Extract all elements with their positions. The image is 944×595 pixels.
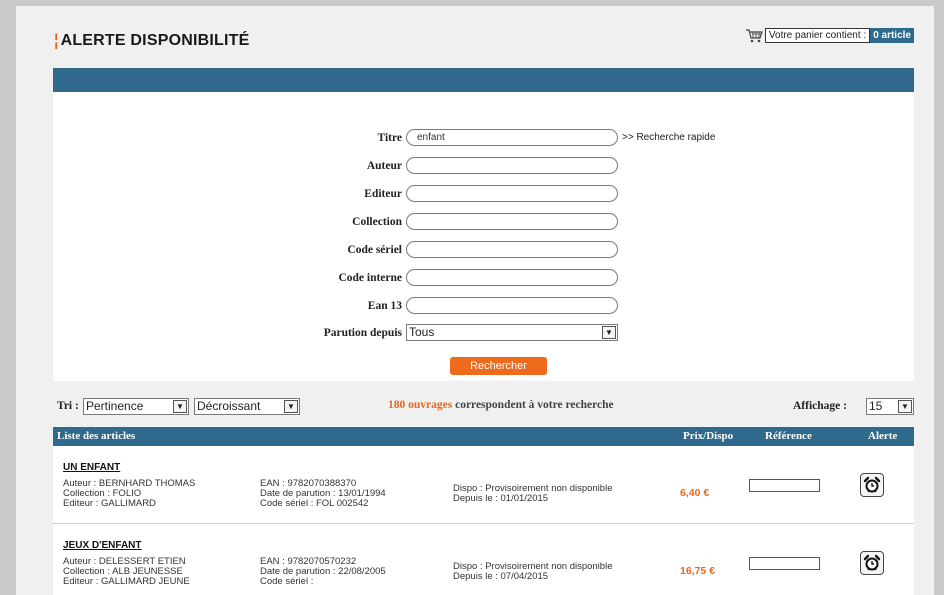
alarm-clock-icon xyxy=(863,554,881,571)
results-text: correspondent à votre recherche xyxy=(452,399,614,411)
collection-input[interactable] xyxy=(406,213,618,230)
internal-code-input[interactable] xyxy=(406,269,618,286)
article-title-link[interactable]: UN ENFANT xyxy=(63,462,120,473)
article-editor: Editeur : GALLIMARD xyxy=(63,498,156,509)
reference-input[interactable] xyxy=(749,557,820,570)
page: ¦ ALERTE DISPONIBILITÉ Votre panier cont… xyxy=(16,6,934,595)
table-row: UN ENFANT Auteur : BERNHARD THOMAS Colle… xyxy=(53,446,914,524)
ean-input[interactable] xyxy=(406,297,618,314)
article-title-link[interactable]: JEUX D'ENFANT xyxy=(63,540,142,551)
field-row-titre: Titre enfant >> Recherche rapide xyxy=(286,129,715,146)
ean-label: Ean 13 xyxy=(367,299,402,312)
header-band xyxy=(53,68,914,92)
table-header: Liste des articles Prix/Dispo Référence … xyxy=(53,427,914,446)
quick-search-link[interactable]: >> Recherche rapide xyxy=(622,132,715,143)
display-label: Affichage : xyxy=(793,400,847,412)
reference-input[interactable] xyxy=(749,479,820,492)
article-codes: EAN : 9782070388370 Date de parution : 1… xyxy=(260,479,386,509)
page-title: ALERTE DISPONIBILITÉ xyxy=(60,31,250,49)
search-button[interactable]: Rechercher xyxy=(450,357,547,375)
sort-order-select[interactable]: Décroissant ▼ xyxy=(194,398,300,415)
field-row-auteur: Auteur xyxy=(286,157,618,174)
field-row-code-interne: Code interne xyxy=(286,269,618,286)
chevron-down-icon[interactable]: ▼ xyxy=(898,400,912,413)
cart-icon xyxy=(745,28,763,42)
display-count-value: 15 xyxy=(869,399,883,413)
cart-text[interactable]: Votre panier contient : xyxy=(764,28,871,43)
field-row-editeur: Editeur xyxy=(286,185,618,202)
author-label: Auteur xyxy=(366,159,402,172)
column-header-alert: Alerte xyxy=(868,430,898,442)
alarm-clock-icon xyxy=(863,476,881,493)
column-header-reference: Référence xyxy=(765,430,812,442)
article-editor: Editeur : GALLIMARD JEUNE xyxy=(63,576,190,587)
table-row: JEUX D'ENFANT Auteur : DELESSERT ETIEN C… xyxy=(53,524,914,595)
column-header-list: Liste des articles xyxy=(57,430,136,442)
field-row-code-seriel: Code sériel xyxy=(286,241,618,258)
alert-button[interactable] xyxy=(860,551,884,575)
parution-label: Parution depuis xyxy=(323,326,402,339)
article-info: Auteur : DELESSERT ETIEN Collection : AL… xyxy=(63,557,190,587)
chevron-down-icon[interactable]: ▼ xyxy=(173,400,187,413)
sort-by-select[interactable]: Pertinence ▼ xyxy=(83,398,189,415)
author-input[interactable] xyxy=(406,157,618,174)
editor-input[interactable] xyxy=(406,185,618,202)
article-availability: Dispo : Provisoirement non disponible De… xyxy=(453,562,612,582)
cart-count[interactable]: 0 article xyxy=(870,28,914,43)
editor-label: Editeur xyxy=(364,187,402,200)
internal-code-label: Code interne xyxy=(338,271,402,284)
sort-label: Tri : xyxy=(57,400,79,412)
article-price: 16,75 € xyxy=(680,565,716,577)
sort-by-value: Pertinence xyxy=(86,399,144,413)
results-number: 180 ouvrages xyxy=(388,399,453,411)
cart-summary[interactable]: Votre panier contient : 0 article xyxy=(745,28,914,43)
title-mark: ¦ xyxy=(53,30,60,51)
article-serial: Code sériel : FOL 002542 xyxy=(260,498,369,509)
serial-code-input[interactable] xyxy=(406,241,618,258)
field-row-ean: Ean 13 xyxy=(286,297,618,314)
article-serial: Code sériel : xyxy=(260,576,314,587)
serial-code-label: Code sériel xyxy=(347,243,402,256)
field-row-parution: Parution depuis Tous ▼ xyxy=(286,324,618,341)
field-row-collection: Collection xyxy=(286,213,618,230)
chevron-down-icon[interactable]: ▼ xyxy=(284,400,298,413)
results-count: 180 ouvrages correspondent à votre reche… xyxy=(388,399,614,411)
display-count-select[interactable]: 15 ▼ xyxy=(866,398,914,415)
article-info: Auteur : BERNHARD THOMAS Collection : FO… xyxy=(63,479,195,509)
article-since: Depuis le : 07/04/2015 xyxy=(453,571,549,582)
parution-value: Tous xyxy=(409,325,435,339)
collection-label: Collection xyxy=(352,215,402,228)
sort-order-value: Décroissant xyxy=(197,399,261,413)
title-input[interactable]: enfant xyxy=(406,129,618,146)
article-since: Depuis le : 01/01/2015 xyxy=(453,493,549,504)
alert-button[interactable] xyxy=(860,473,884,497)
sort-bar: Tri : Pertinence ▼ Décroissant ▼ 180 ouv… xyxy=(53,396,914,418)
search-form: Titre enfant >> Recherche rapide Auteur … xyxy=(53,92,914,381)
column-header-price: Prix/Dispo xyxy=(683,430,734,442)
title-label: Titre xyxy=(377,131,403,144)
article-codes: EAN : 9782070570232 Date de parution : 2… xyxy=(260,557,386,587)
page-title-bar: ¦ ALERTE DISPONIBILITÉ xyxy=(53,30,249,51)
article-price: 6,40 € xyxy=(680,487,710,499)
chevron-down-icon[interactable]: ▼ xyxy=(602,326,616,339)
parution-select[interactable]: Tous ▼ xyxy=(406,324,618,341)
article-availability: Dispo : Provisoirement non disponible De… xyxy=(453,484,612,504)
